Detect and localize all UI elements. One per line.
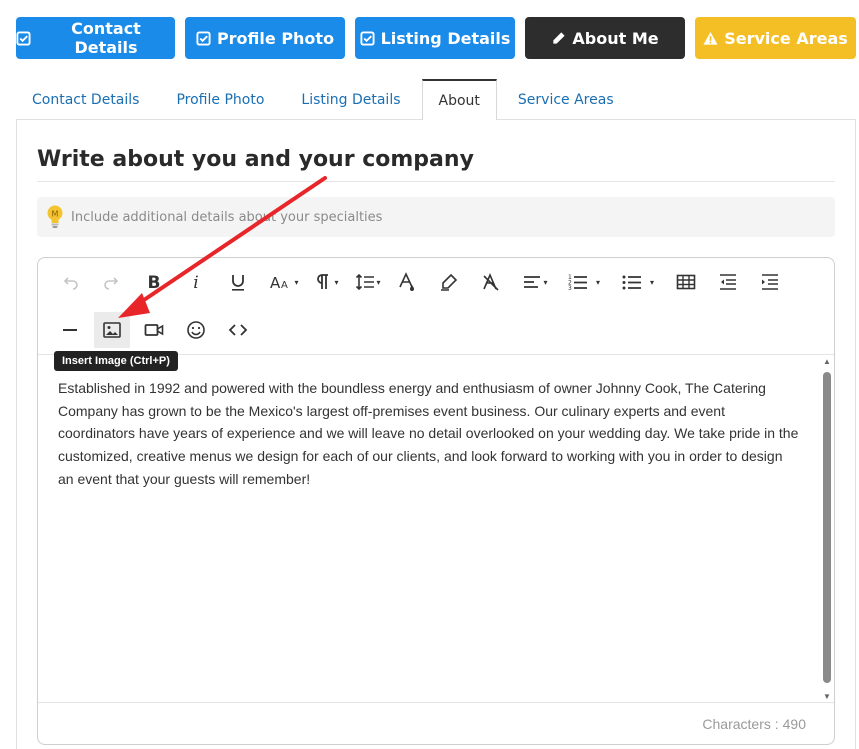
lightbulb-icon: M bbox=[47, 205, 63, 228]
step-service-areas-button[interactable]: Service Areas bbox=[695, 17, 856, 59]
step-label: Service Areas bbox=[724, 28, 848, 48]
bold-icon[interactable]: B bbox=[136, 264, 172, 300]
step-about-me-button[interactable]: About Me bbox=[525, 17, 685, 59]
editor-content[interactable]: Established in 1992 and powered with the… bbox=[38, 355, 820, 703]
hint-box: M Include additional details about your … bbox=[37, 197, 835, 237]
pencil-icon bbox=[553, 31, 565, 44]
tab-service-areas[interactable]: Service Areas bbox=[497, 79, 630, 120]
clear-format-icon[interactable] bbox=[473, 264, 509, 300]
highlight-icon[interactable] bbox=[431, 264, 467, 300]
svg-text:A: A bbox=[281, 280, 288, 291]
svg-text:A: A bbox=[270, 274, 281, 292]
step-label: Listing Details bbox=[380, 28, 511, 48]
step-label: About Me bbox=[572, 28, 659, 48]
tab-contact-details[interactable]: Contact Details bbox=[16, 79, 155, 120]
page-title: Write about you and your company bbox=[37, 147, 474, 172]
svg-text:B: B bbox=[148, 273, 161, 292]
svg-text:3: 3 bbox=[568, 285, 572, 292]
check-square-icon bbox=[360, 30, 375, 46]
paragraph-format-icon[interactable]: ▾ bbox=[308, 264, 344, 300]
tab-bar: Contact Details Profile Photo Listing De… bbox=[16, 79, 855, 120]
svg-text:M: M bbox=[52, 210, 59, 219]
insert-video-icon[interactable] bbox=[136, 312, 172, 348]
rich-text-editor: B i A A ▾ ▾ ▾ ▾ 1 2 3 ▾ ▾ Established in… bbox=[37, 257, 835, 745]
scrollbar[interactable]: ▲ ▼ bbox=[820, 355, 834, 703]
step-bar: Contact Details Profile Photo Listing De… bbox=[16, 17, 856, 59]
warning-icon bbox=[703, 31, 718, 45]
table-icon[interactable] bbox=[668, 264, 704, 300]
underline-icon[interactable] bbox=[220, 264, 256, 300]
tab-profile-photo[interactable]: Profile Photo bbox=[155, 79, 280, 120]
insert-image-icon[interactable] bbox=[94, 312, 130, 348]
tab-listing-details[interactable]: Listing Details bbox=[280, 79, 416, 120]
editor-statusbar: Characters : 490 bbox=[38, 702, 834, 744]
scroll-down-icon[interactable]: ▼ bbox=[823, 692, 831, 701]
svg-text:i: i bbox=[193, 273, 198, 292]
char-count-value: 490 bbox=[782, 715, 806, 732]
step-profile-photo-button[interactable]: Profile Photo bbox=[185, 17, 345, 59]
editor-toolbar: B i A A ▾ ▾ ▾ ▾ 1 2 3 ▾ ▾ bbox=[38, 258, 834, 355]
font-size-icon[interactable]: A A ▾ bbox=[264, 264, 304, 300]
scroll-up-icon[interactable]: ▲ bbox=[823, 357, 831, 366]
italic-icon[interactable]: i bbox=[178, 264, 214, 300]
insert-image-tooltip: Insert Image (Ctrl+P) bbox=[54, 351, 178, 371]
check-square-icon bbox=[16, 30, 31, 46]
code-view-icon[interactable] bbox=[220, 312, 256, 348]
check-square-icon bbox=[196, 30, 211, 46]
hint-text: Include additional details about your sp… bbox=[71, 209, 383, 225]
tab-about[interactable]: About bbox=[421, 79, 497, 120]
step-label: Profile Photo bbox=[216, 28, 335, 48]
emoticon-icon[interactable] bbox=[178, 312, 214, 348]
step-contact-details-button[interactable]: Contact Details bbox=[16, 17, 175, 59]
char-count-label: Characters : bbox=[702, 715, 779, 732]
scrollbar-thumb[interactable] bbox=[823, 372, 831, 683]
ordered-list-icon[interactable]: 1 2 3 ▾ bbox=[562, 264, 606, 300]
align-icon[interactable]: ▾ bbox=[515, 264, 555, 300]
unordered-list-icon[interactable]: ▾ bbox=[616, 264, 660, 300]
step-listing-details-button[interactable]: Listing Details bbox=[355, 17, 515, 59]
divider bbox=[37, 181, 835, 182]
horizontal-line-icon[interactable] bbox=[52, 312, 88, 348]
line-height-icon[interactable]: ▾ bbox=[348, 264, 388, 300]
indent-icon[interactable] bbox=[752, 264, 788, 300]
step-label: Contact Details bbox=[71, 19, 141, 57]
outdent-icon[interactable] bbox=[710, 264, 746, 300]
about-panel: Write about you and your company M Inclu… bbox=[16, 119, 856, 749]
redo-icon[interactable] bbox=[94, 264, 130, 300]
undo-icon[interactable] bbox=[52, 264, 88, 300]
text-color-icon[interactable] bbox=[389, 264, 425, 300]
